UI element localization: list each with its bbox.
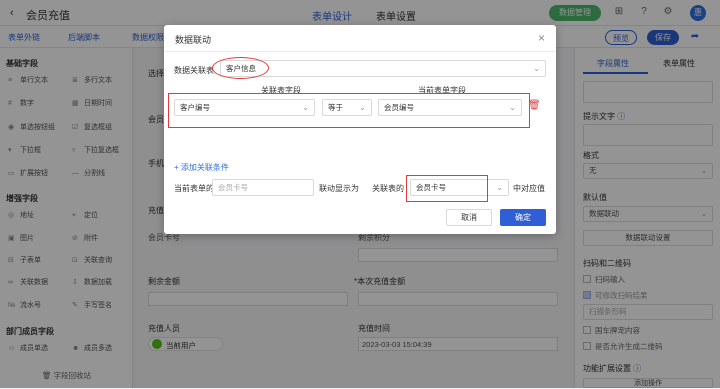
chevron-down-icon: ⌄ — [496, 183, 503, 192]
dialog-divider — [164, 51, 556, 52]
link-display-label: 联动显示为 — [319, 184, 359, 193]
match-value-label: 中对应值 — [513, 184, 545, 193]
highlight-box — [168, 93, 530, 128]
cancel-button[interactable]: 取消 — [446, 209, 492, 226]
highlight-oval — [212, 57, 269, 79]
current-form-label: 当前表单的 — [174, 184, 214, 193]
data-link-dialog: 数据联动 × 数据关联表 客户信息 ⌄ 关联表字段 当前表单字段 客户编号 ⌄ 等于… — [164, 25, 556, 234]
current-field-input[interactable]: 会员卡号 — [212, 179, 314, 196]
close-icon[interactable]: × — [538, 31, 545, 45]
dialog-title: 数据联动 — [175, 35, 212, 45]
source-table-label: 数据关联表 — [174, 66, 214, 75]
add-condition-link[interactable]: + 添加关联条件 — [174, 162, 229, 173]
related-table-label: 关联表的 — [372, 184, 404, 193]
chevron-down-icon: ⌄ — [533, 64, 540, 73]
highlight-box — [406, 175, 488, 202]
confirm-button[interactable]: 确定 — [500, 209, 546, 226]
